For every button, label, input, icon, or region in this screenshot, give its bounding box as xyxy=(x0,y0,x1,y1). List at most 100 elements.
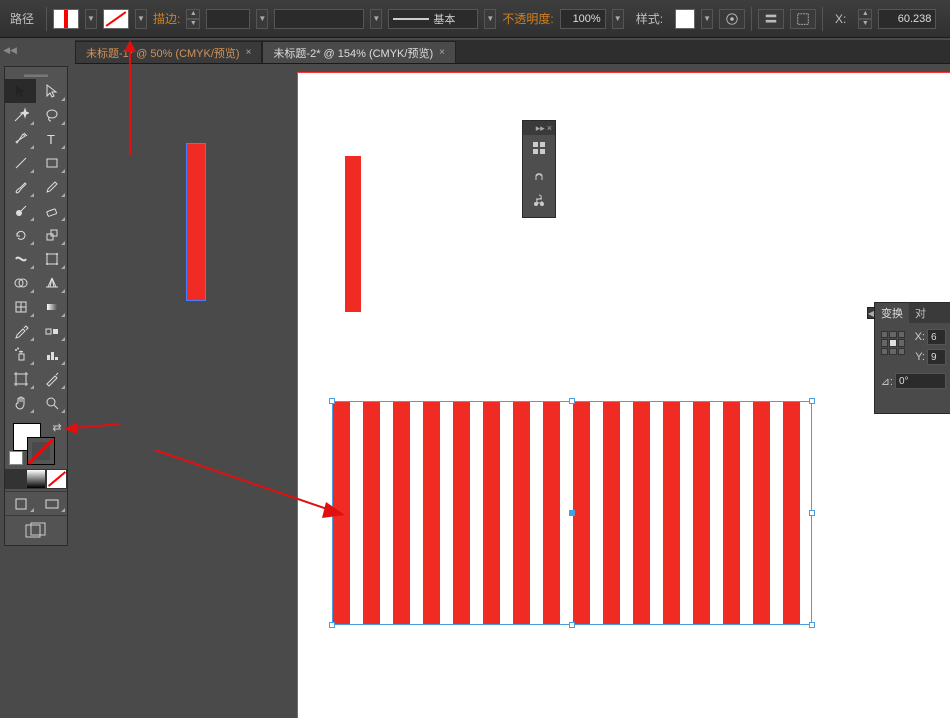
align-panel-button[interactable] xyxy=(758,9,784,29)
expand-docks-icon[interactable]: ◀◀ xyxy=(0,40,20,60)
resize-handle-e[interactable] xyxy=(809,510,815,516)
object-red-bar-offcanvas[interactable] xyxy=(187,144,205,300)
rectangle-tool[interactable] xyxy=(36,151,67,175)
recolor-artwork-button[interactable] xyxy=(719,9,745,29)
shape-builder-tool[interactable] xyxy=(5,271,36,295)
screen-mode-button[interactable] xyxy=(36,494,67,514)
resize-handle-nw[interactable] xyxy=(329,398,335,404)
free-transform-tool[interactable] xyxy=(36,247,67,271)
draw-mode-button[interactable] xyxy=(5,494,36,514)
svg-text:T: T xyxy=(47,132,55,147)
mini-panel-symbols-icon[interactable] xyxy=(523,187,555,213)
x-spinner[interactable]: ▲▼ xyxy=(858,9,872,29)
swap-fill-stroke-icon[interactable]: ⇄ xyxy=(51,421,63,433)
screen-mode-row xyxy=(5,491,67,511)
variable-width-profile[interactable] xyxy=(274,9,364,29)
type-tool[interactable]: T xyxy=(36,127,67,151)
resize-handle-ne[interactable] xyxy=(809,398,815,404)
variable-width-dropdown[interactable]: ▼ xyxy=(370,9,382,29)
eraser-tool[interactable] xyxy=(36,199,67,223)
separator xyxy=(822,7,823,31)
x-field[interactable]: 6 xyxy=(927,329,946,345)
brush-name: 基本 xyxy=(433,11,455,27)
opacity-input[interactable]: 100% xyxy=(560,9,606,29)
close-icon[interactable]: × xyxy=(439,47,445,58)
lasso-tool[interactable] xyxy=(36,103,67,127)
floating-mini-panel[interactable]: ▸▸ × xyxy=(522,120,556,218)
transform-panel-button[interactable] xyxy=(790,9,816,29)
object-red-bar-small[interactable] xyxy=(345,156,361,312)
change-screen-mode[interactable] xyxy=(5,515,67,545)
pen-tool[interactable] xyxy=(5,127,36,151)
resize-handle-se[interactable] xyxy=(809,622,815,628)
width-tool[interactable] xyxy=(5,247,36,271)
color-mode-gradient[interactable] xyxy=(26,469,47,489)
canvas-area[interactable]: ▸▸ × ◀ 变换 对 X:6 Y:9 ⊿:0° xyxy=(75,64,950,718)
stroke-weight-dropdown[interactable]: ▼ xyxy=(256,9,268,29)
resize-handle-n[interactable] xyxy=(569,398,575,404)
close-icon[interactable]: × xyxy=(547,123,552,133)
y-label: Y: xyxy=(911,351,925,363)
blend-tool[interactable] xyxy=(36,319,67,343)
panel-drag-handle[interactable] xyxy=(5,71,67,79)
document-tab-2[interactable]: 未标题-2* @ 154% (CMYK/预览) × xyxy=(262,41,456,63)
slice-tool[interactable] xyxy=(36,367,67,391)
collapse-icon[interactable]: ▸▸ xyxy=(536,123,545,134)
mesh-tool[interactable] xyxy=(5,295,36,319)
document-tab-1[interactable]: 未标题-1* @ 50% (CMYK/预览) × xyxy=(75,41,262,63)
artboard-tool[interactable] xyxy=(5,367,36,391)
resize-handle-w[interactable] xyxy=(329,510,335,516)
reference-point-grid[interactable] xyxy=(881,331,905,355)
scale-tool[interactable] xyxy=(36,223,67,247)
tab-transform[interactable]: 变换 xyxy=(875,303,909,323)
selection-bounding-box[interactable] xyxy=(333,402,811,624)
stroke-swatch-dropdown[interactable]: ▼ xyxy=(135,9,147,29)
default-fill-stroke-icon[interactable] xyxy=(9,451,23,465)
tab-align[interactable]: 对 xyxy=(909,303,932,323)
fill-swatch[interactable] xyxy=(53,9,79,29)
fill-stroke-control[interactable]: ⇄ xyxy=(5,419,69,467)
blob-brush-tool[interactable] xyxy=(5,199,36,223)
opacity-dropdown[interactable]: ▼ xyxy=(612,9,624,29)
y-field[interactable]: 9 xyxy=(927,349,946,365)
gradient-tool[interactable] xyxy=(36,295,67,319)
selection-center-icon xyxy=(569,510,575,516)
eyedropper-tool[interactable] xyxy=(5,319,36,343)
stroke-swatch[interactable] xyxy=(103,9,129,29)
x-value-input[interactable]: 60.238 xyxy=(878,9,936,29)
graphic-style[interactable] xyxy=(675,9,695,29)
collapse-icon[interactable]: ◀ xyxy=(867,307,875,319)
mini-panel-brushes-icon[interactable] xyxy=(523,161,555,187)
line-segment-tool[interactable] xyxy=(5,151,36,175)
brush-definition[interactable]: 基本 xyxy=(388,9,478,29)
brush-dropdown[interactable]: ▼ xyxy=(484,9,496,29)
color-mode-none[interactable] xyxy=(46,469,67,489)
graphic-style-dropdown[interactable]: ▼ xyxy=(701,9,713,29)
transform-panel[interactable]: ◀ 变换 对 X:6 Y:9 ⊿:0° xyxy=(874,302,950,414)
resize-handle-sw[interactable] xyxy=(329,622,335,628)
column-graph-tool[interactable] xyxy=(36,343,67,367)
mini-panel-swatches-icon[interactable] xyxy=(523,135,555,161)
selection-tool[interactable] xyxy=(5,79,36,103)
angle-field[interactable]: 0° xyxy=(895,373,946,389)
perspective-grid-tool[interactable] xyxy=(36,271,67,295)
magic-wand-tool[interactable] xyxy=(5,103,36,127)
close-icon[interactable]: × xyxy=(246,47,252,58)
stroke-box[interactable] xyxy=(27,437,55,465)
style-label: 样式: xyxy=(630,10,669,27)
hand-tool[interactable] xyxy=(5,391,36,415)
transform-panel-tabs: 变换 对 xyxy=(875,303,950,323)
color-mode-solid[interactable] xyxy=(5,469,26,489)
mini-panel-header[interactable]: ▸▸ × xyxy=(523,121,555,135)
symbol-sprayer-tool[interactable] xyxy=(5,343,36,367)
direct-selection-tool[interactable] xyxy=(36,79,67,103)
stroke-weight-spinner[interactable]: ▲▼ xyxy=(186,9,200,29)
fill-swatch-dropdown[interactable]: ▼ xyxy=(85,9,97,29)
zoom-tool[interactable] xyxy=(36,391,67,415)
paintbrush-tool[interactable] xyxy=(5,175,36,199)
resize-handle-s[interactable] xyxy=(569,622,575,628)
pencil-tool[interactable] xyxy=(36,175,67,199)
rotate-tool[interactable] xyxy=(5,223,36,247)
stroke-weight-input[interactable] xyxy=(206,9,250,29)
path-label: 路径 xyxy=(4,10,40,27)
